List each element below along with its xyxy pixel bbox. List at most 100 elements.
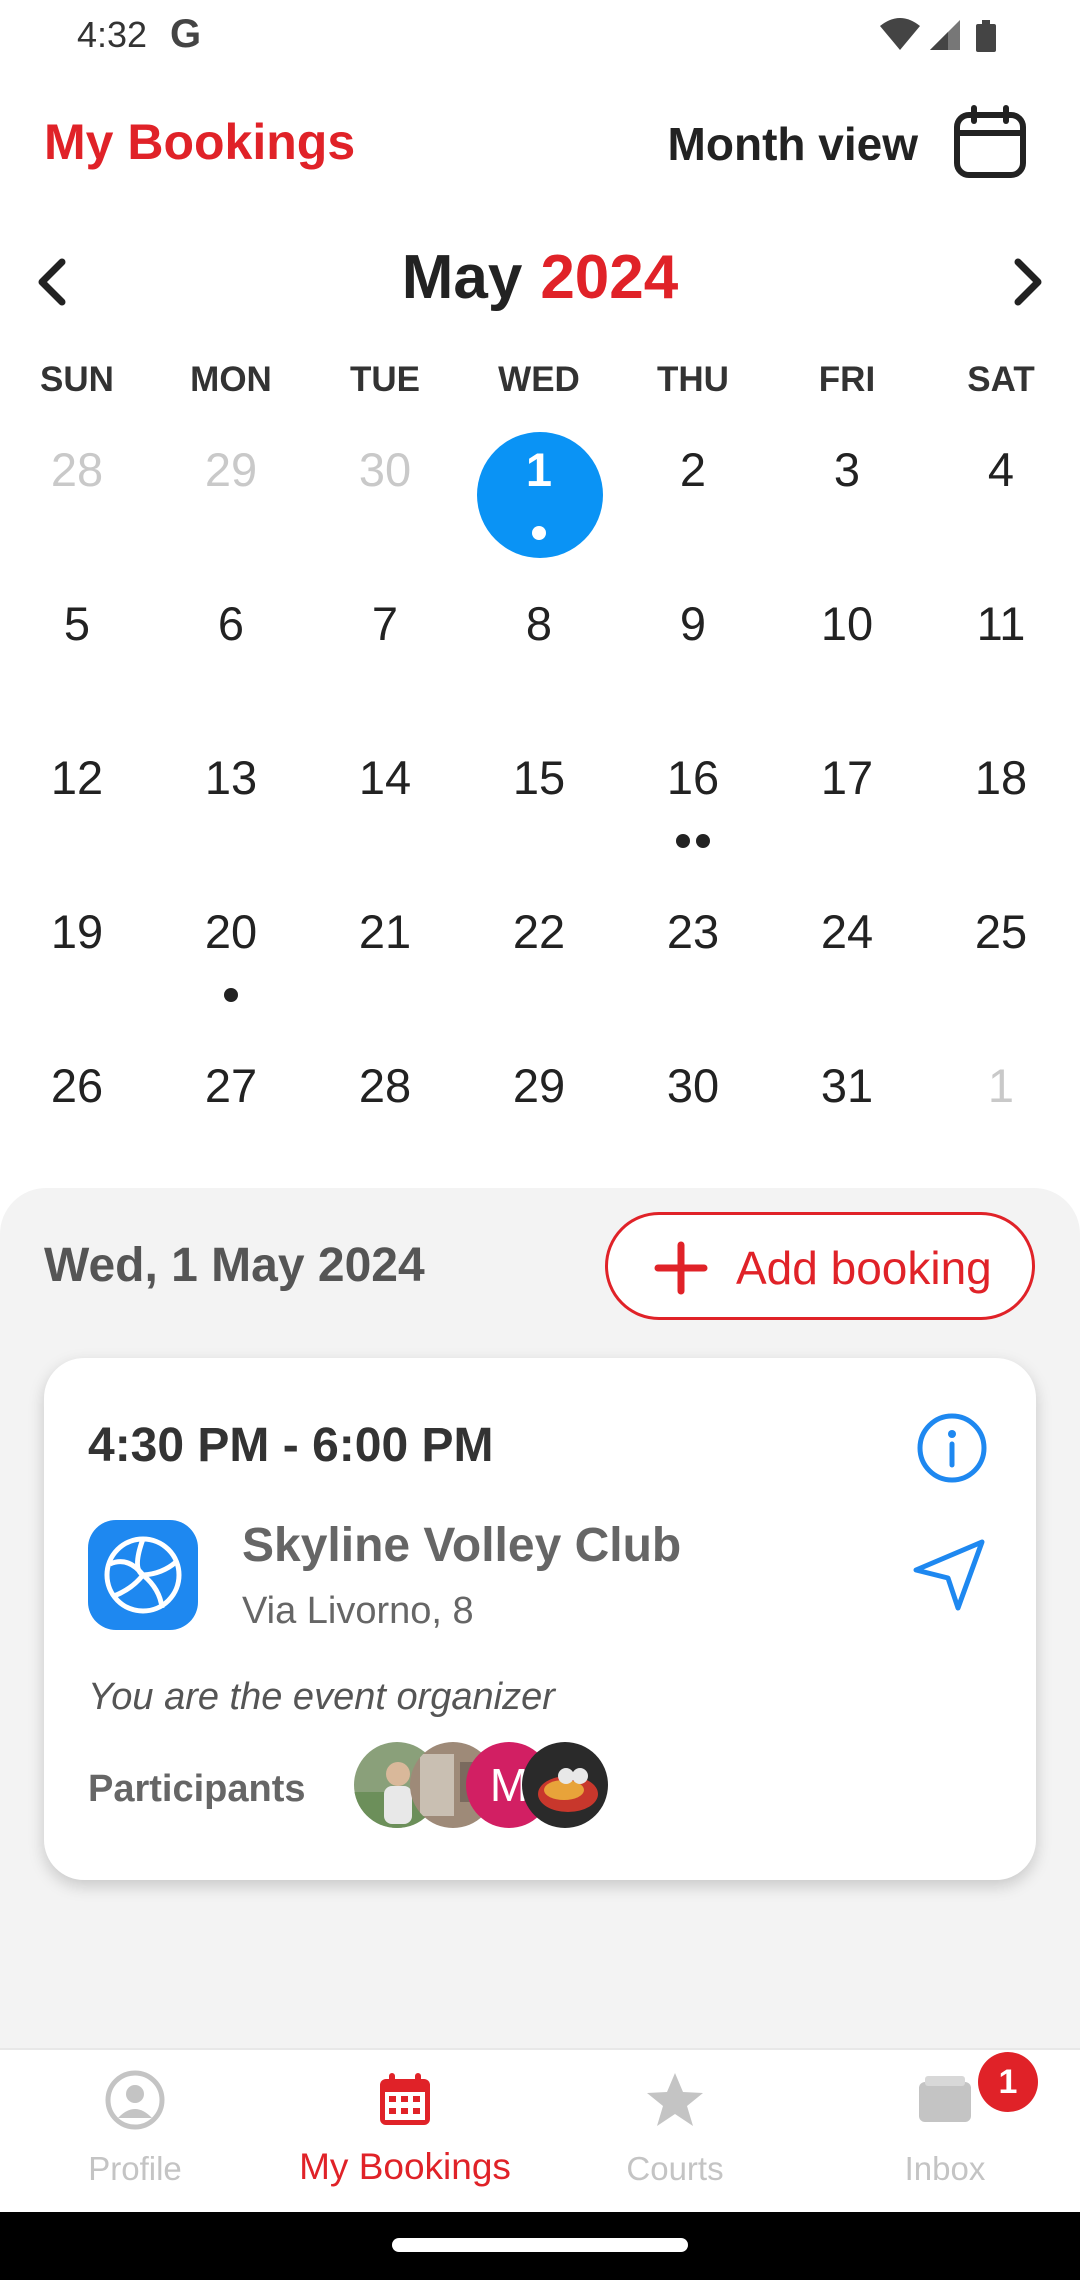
day-number: 18 — [974, 751, 1028, 804]
calendar-day[interactable]: 22 — [462, 882, 616, 1036]
day-number: 13 — [204, 751, 258, 804]
day-number: 9 — [679, 597, 707, 650]
chevron-right-icon[interactable] — [998, 252, 1058, 312]
inbox-badge: 1 — [978, 2052, 1038, 2112]
add-booking-label: Add booking — [736, 1242, 992, 1294]
calendar-day[interactable]: 28 — [308, 1036, 462, 1190]
weekday-header: SUN MON TUE WED THU FRI SAT — [0, 360, 1080, 404]
calendar-day[interactable]: 20 — [154, 882, 308, 1036]
navigation-arrow-icon[interactable] — [910, 1536, 988, 1614]
day-number: 19 — [50, 905, 104, 958]
day-number: 16 — [666, 751, 720, 804]
calendar-day[interactable]: 14 — [308, 728, 462, 882]
calendar-day[interactable]: 19 — [0, 882, 154, 1036]
calendar-day[interactable]: 29 — [462, 1036, 616, 1190]
calendar-day[interactable]: 25 — [924, 882, 1078, 1036]
calendar-icon — [380, 2073, 430, 2125]
calendar-day[interactable]: 11 — [924, 574, 1078, 728]
day-number: 25 — [974, 905, 1028, 958]
status-bar: 4:32 G — [0, 0, 1080, 72]
wifi-icon — [880, 18, 920, 50]
add-booking-button[interactable]: Add booking — [605, 1212, 1035, 1320]
day-number: 28 — [358, 1059, 412, 1112]
calendar-day[interactable]: 15 — [462, 728, 616, 882]
battery-icon — [976, 20, 996, 52]
calendar-day[interactable]: 6 — [154, 574, 308, 728]
inbox-icon — [919, 2076, 971, 2122]
calendar-day[interactable]: 30 — [308, 420, 462, 574]
nav-label: Profile — [88, 2150, 182, 2187]
calendar-day[interactable]: 28 — [0, 420, 154, 574]
club-name: Skyline Volley Club — [242, 1519, 682, 1572]
booking-card[interactable]: 4:30 PM - 6:00 PM Skyline Volley Club Vi… — [44, 1358, 1036, 1880]
calendar-day[interactable]: 13 — [154, 728, 308, 882]
month-view-label[interactable]: Month view — [668, 117, 918, 171]
booking-dot — [224, 988, 238, 1002]
club-address: Via Livorno, 8 — [242, 1590, 474, 1632]
calendar-day[interactable]: 26 — [0, 1036, 154, 1190]
nav-label: Courts — [626, 2150, 724, 2187]
booking-indicator — [462, 526, 616, 542]
calendar-day[interactable]: 1 — [924, 1036, 1078, 1190]
system-navigation-bar — [0, 2212, 1080, 2280]
info-icon[interactable] — [916, 1412, 988, 1484]
day-number: 4 — [987, 443, 1015, 496]
nav-my-bookings[interactable]: My Bookings — [270, 2050, 540, 2214]
calendar-day[interactable]: 5 — [0, 574, 154, 728]
calendar-day[interactable]: 29 — [154, 420, 308, 574]
calendar-day[interactable]: 12 — [0, 728, 154, 882]
day-number: 23 — [666, 905, 720, 958]
calendar-day[interactable]: 23 — [616, 882, 770, 1036]
profile-icon — [105, 2070, 165, 2130]
page-title: My Bookings — [44, 114, 356, 170]
nav-courts[interactable]: Courts — [540, 2050, 810, 2214]
calendar-grid: 28 29 30 1 2 3 4 5 6 7 8 9 10 11 12 13 14 15 16 17 18 19 20 21 2… — [0, 420, 1080, 1190]
day-number: 14 — [358, 751, 412, 804]
weekday-label: THU — [657, 360, 729, 399]
calendar-view-icon[interactable] — [952, 105, 1028, 181]
day-number: 27 — [204, 1059, 258, 1112]
calendar-day[interactable]: 7 — [308, 574, 462, 728]
booking-time: 4:30 PM - 6:00 PM — [88, 1419, 494, 1472]
nav-label: Inbox — [904, 2150, 986, 2187]
day-number: 28 — [50, 443, 104, 496]
month-title: May 2024 — [0, 242, 1080, 313]
day-number: 1 — [987, 1059, 1015, 1112]
weekday-label: SAT — [967, 360, 1035, 399]
calendar-day[interactable]: 3 — [770, 420, 924, 574]
calendar-day[interactable]: 17 — [770, 728, 924, 882]
day-number: 12 — [50, 751, 104, 804]
month-navigation: May 2024 — [0, 240, 1080, 325]
calendar-day[interactable]: 10 — [770, 574, 924, 728]
star-icon — [647, 2073, 703, 2126]
calendar-day[interactable]: 21 — [308, 882, 462, 1036]
calendar-day[interactable]: 8 — [462, 574, 616, 728]
google-icon: G — [170, 12, 202, 56]
volleyball-icon — [88, 1520, 198, 1630]
participants-label: Participants — [88, 1768, 306, 1810]
calendar-day[interactable]: 24 — [770, 882, 924, 1036]
calendar-day[interactable]: 4 — [924, 420, 1078, 574]
day-number: 26 — [50, 1059, 104, 1112]
day-number: 31 — [820, 1059, 874, 1112]
day-number: 17 — [820, 751, 874, 804]
day-number: 7 — [371, 597, 399, 650]
weekday-label: FRI — [818, 360, 876, 399]
calendar-day[interactable]: 9 — [616, 574, 770, 728]
booking-dot — [676, 834, 690, 848]
calendar-day[interactable]: 16 — [616, 728, 770, 882]
calendar-day-selected[interactable]: 1 — [462, 420, 616, 574]
participant-avatar[interactable] — [522, 1742, 608, 1828]
calendar-day[interactable]: 27 — [154, 1036, 308, 1190]
calendar-day[interactable]: 2 — [616, 420, 770, 574]
home-indicator[interactable] — [392, 2238, 688, 2252]
month-year: 2024 — [540, 243, 679, 312]
weekday-label: WED — [498, 360, 580, 399]
calendar-day[interactable]: 30 — [616, 1036, 770, 1190]
calendar-day[interactable]: 18 — [924, 728, 1078, 882]
status-icons — [878, 16, 1008, 56]
nav-inbox[interactable]: 1 Inbox — [810, 2050, 1080, 2214]
weekday-label: TUE — [350, 360, 420, 399]
nav-profile[interactable]: Profile — [0, 2050, 270, 2214]
calendar-day[interactable]: 31 — [770, 1036, 924, 1190]
